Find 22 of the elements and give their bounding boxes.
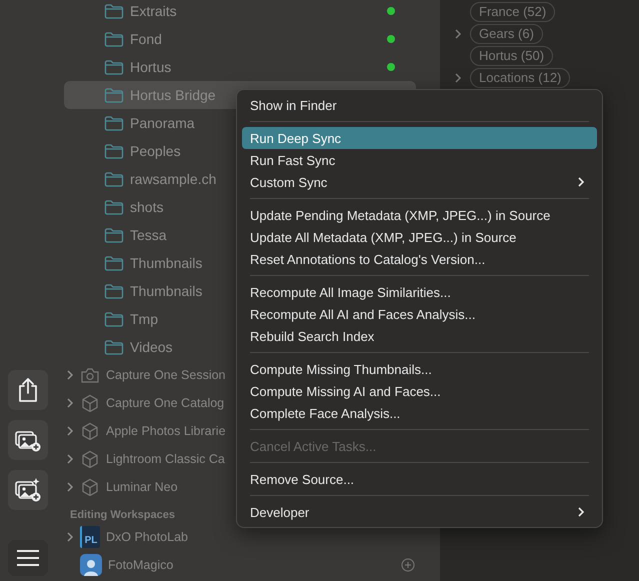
section-header: Editing Workspaces [70, 509, 175, 521]
folder-name: Panorama [130, 115, 195, 131]
source-name: Luminar Neo [106, 480, 178, 494]
folder-name: Tessa [130, 227, 167, 243]
source-name: Lightroom Classic Ca [106, 452, 225, 466]
folder-name: Peoples [130, 143, 181, 159]
workspace-name: FotoMagico [108, 558, 174, 572]
folder-name: Hortus [130, 59, 172, 75]
folder-name: Thumbnails [130, 255, 202, 271]
app-icon: PL [80, 526, 100, 548]
folder-name: Fond [130, 31, 162, 47]
folder-name: Thumbnails [130, 283, 202, 299]
workspace-name: DxO PhotoLab [106, 530, 188, 544]
folder-name: Tmp [130, 311, 158, 327]
folder-name: Hortus Bridge [130, 87, 216, 103]
source-name: Capture One Catalog [106, 396, 224, 410]
source-name: Apple Photos Librarie [106, 424, 226, 438]
folder-name: shots [130, 199, 164, 215]
folder-name: Extraits [130, 3, 177, 19]
source-name: Capture One Session [106, 368, 226, 382]
folder-name: rawsample.ch [130, 171, 216, 187]
folder-name: Videos [130, 339, 173, 355]
